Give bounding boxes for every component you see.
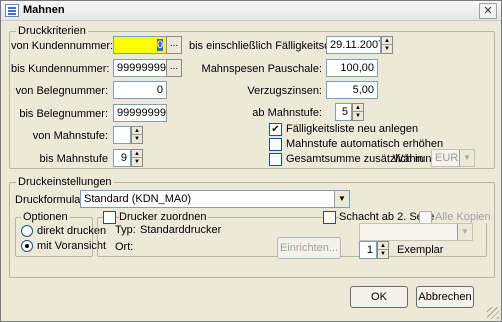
mahnstufe-auto-label: Mahnstufe automatisch erhöhen	[286, 138, 444, 150]
mahnen-dialog: Mahnen ✕ Druckkriterien von Kundennummer…	[0, 0, 502, 322]
spin-up-icon[interactable]: ▲	[353, 104, 363, 112]
faelligkeitsliste-label: Fälligkeitsliste neu anlegen	[286, 123, 419, 135]
spin-down-icon[interactable]: ▼	[382, 45, 392, 53]
mahnspesen-input[interactable]: 100,00	[326, 59, 378, 77]
chevron-down-icon[interactable]: ▼	[459, 150, 474, 166]
ab-mahnstufe-spinner[interactable]: ▲ ▼	[352, 103, 364, 121]
resize-grip-icon[interactable]	[487, 307, 499, 319]
faelligkeitsliste-checkbox[interactable]: ✔	[269, 123, 282, 136]
spin-up-icon[interactable]: ▲	[378, 242, 388, 250]
spin-down-icon[interactable]: ▼	[132, 158, 142, 166]
druckformular-value: Standard (KDN_MA0)	[84, 193, 191, 205]
direkt-drucken-label: direkt drucken	[37, 225, 107, 237]
von-kundennummer-browse-button[interactable]: ...	[166, 36, 182, 54]
abbrechen-button[interactable]: Abbrechen	[416, 286, 474, 308]
exemplar-label: Exemplar	[397, 244, 444, 256]
drucker-zuordnen-label: Drucker zuordnen	[119, 211, 209, 223]
bis-kundennummer-browse-button[interactable]: ...	[166, 59, 182, 77]
von-kundennummer-label: von Kundennummer:	[11, 40, 114, 52]
spin-down-icon[interactable]: ▼	[378, 250, 388, 258]
title-bar: Mahnen ✕	[1, 1, 501, 21]
druckkriterien-label: Druckkriterien	[16, 25, 88, 37]
schacht-checkbox[interactable]	[323, 211, 336, 224]
faelligkeitsdatum-input[interactable]: 29.11.2007	[326, 36, 381, 54]
faelligkeitsdatum-spinner[interactable]: ▲ ▼	[381, 36, 393, 54]
bis-mahnstufe-input[interactable]: 9	[113, 149, 131, 167]
spin-up-icon[interactable]: ▲	[382, 37, 392, 45]
bis-mahnstufe-label: bis Mahnstufe	[39, 153, 108, 165]
checkmark-icon: ✔	[271, 124, 280, 135]
drucker-zuordnen-checkbox[interactable]	[103, 211, 116, 224]
mahnstufe-auto-checkbox[interactable]	[269, 138, 282, 151]
schacht-select[interactable]: ▼	[359, 223, 473, 241]
window-title: Mahnen	[23, 4, 65, 16]
gesamtsumme-checkbox[interactable]	[269, 153, 282, 166]
chevron-down-icon[interactable]: ▼	[334, 191, 349, 207]
exemplar-spinner[interactable]: ▲ ▼	[377, 241, 389, 259]
waehrung-select[interactable]: EUR ▼	[431, 149, 475, 167]
exemplar-input[interactable]: 1	[359, 241, 377, 259]
von-kundennummer-input[interactable]: 0	[113, 36, 167, 54]
ort-label: Ort:	[115, 241, 134, 253]
bis-belegnummer-label: bis Belegnummer:	[19, 108, 108, 120]
alle-kopien-label: Alle Kopien	[435, 211, 493, 223]
druckformular-select[interactable]: Standard (KDN_MA0) ▼	[80, 190, 350, 208]
von-mahnstufe-label: von Mahnstufe:	[32, 130, 108, 142]
von-mahnstufe-input[interactable]	[113, 126, 131, 144]
typ-value: Standarddrucker	[140, 224, 222, 236]
druckformular-label: Druckformular:	[15, 194, 88, 206]
von-belegnummer-input[interactable]: 0	[113, 81, 167, 99]
mit-voransicht-label: mit Voransicht	[37, 240, 107, 252]
einrichten-button[interactable]: Einrichten...	[277, 237, 341, 259]
close-button[interactable]: ✕	[479, 3, 497, 19]
app-icon	[5, 4, 19, 17]
spin-down-icon[interactable]: ▼	[353, 112, 363, 120]
mahnspesen-label: Mahnspesen Pauschale:	[201, 63, 322, 75]
druckeinstellungen-label: Druckeinstellungen	[16, 176, 114, 188]
close-icon: ✕	[483, 5, 493, 17]
ab-mahnstufe-label: ab Mahnstufe:	[252, 107, 322, 119]
spin-up-icon[interactable]: ▲	[132, 127, 142, 135]
bis-mahnstufe-spinner[interactable]: ▲ ▼	[131, 149, 143, 167]
chevron-down-icon[interactable]: ▼	[457, 224, 472, 240]
typ-label: Typ:	[115, 224, 136, 236]
verzugszinsen-input[interactable]: 5,00	[326, 81, 378, 99]
bis-belegnummer-input[interactable]: 99999999	[113, 104, 167, 122]
direkt-drucken-radio[interactable]	[21, 225, 33, 237]
spin-up-icon[interactable]: ▲	[132, 150, 142, 158]
ok-button[interactable]: OK	[350, 286, 408, 308]
verzugszinsen-label: Verzugszinsen:	[247, 85, 322, 97]
bis-kundennummer-label: bis Kundennummer:	[11, 63, 110, 75]
waehrung-value: EUR	[435, 152, 459, 164]
ab-mahnstufe-input[interactable]: 5	[335, 103, 352, 121]
von-mahnstufe-spinner[interactable]: ▲ ▼	[131, 126, 143, 144]
optionen-label: Optionen	[21, 211, 70, 223]
von-belegnummer-label: von Belegnummer:	[15, 85, 108, 97]
faelligkeitsdatum-label: bis einschließlich Fälligkeitsdatum:	[189, 40, 358, 52]
mit-voransicht-radio[interactable]	[21, 240, 33, 252]
spin-down-icon[interactable]: ▼	[132, 135, 142, 143]
bis-kundennummer-input[interactable]: 99999999	[113, 59, 167, 77]
